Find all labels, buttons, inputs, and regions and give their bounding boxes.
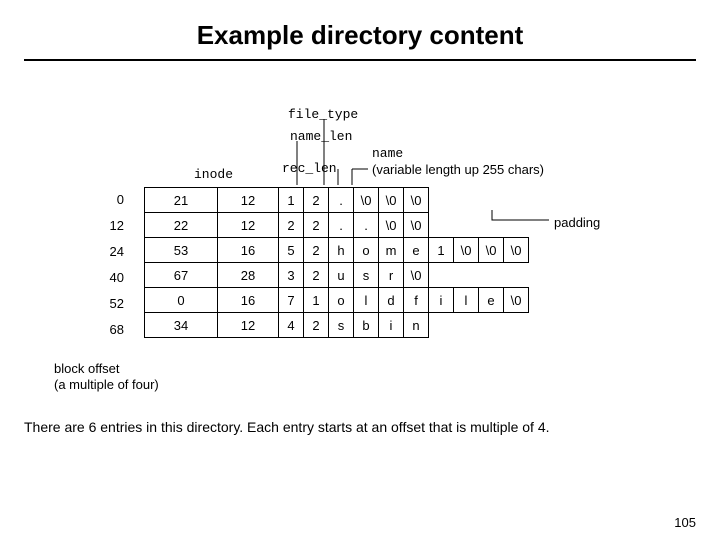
slide-title: Example directory content <box>24 20 696 61</box>
table-row: 01671oldfile\0 <box>145 288 529 313</box>
page-number: 105 <box>674 515 696 530</box>
table-row: 672832usr\0 <box>145 263 529 288</box>
table-row: 531652home1\0\0\0 <box>145 238 529 263</box>
directory-table: 211212.\0\0\0221222..\0\0531652home1\0\0… <box>144 187 529 338</box>
diagram-stage: file_type name_len rec_len inode name (v… <box>24 89 696 409</box>
summary-text: There are 6 entries in this directory. E… <box>24 419 696 435</box>
table-row: 341242sbin <box>145 313 529 338</box>
table-row: 211212.\0\0\0 <box>145 188 529 213</box>
label-padding: padding <box>554 215 600 230</box>
table-row: 221222..\0\0 <box>145 213 529 238</box>
offset-column: 0 12 24 40 52 68 <box>84 187 124 343</box>
label-block-offset: block offset (a multiple of four) <box>54 361 159 394</box>
